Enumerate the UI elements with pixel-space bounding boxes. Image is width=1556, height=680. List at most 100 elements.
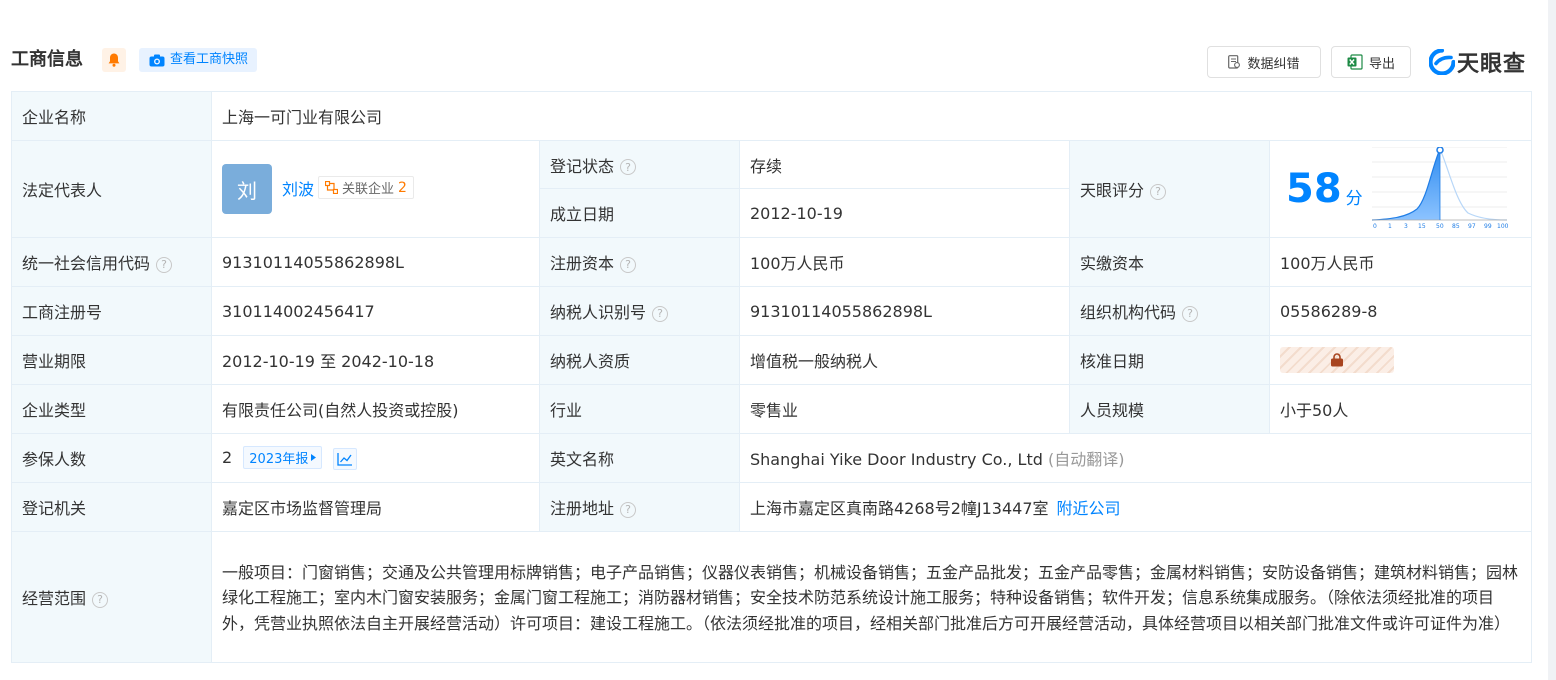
axis-tick: 15 [1418,223,1426,230]
credit-code-label-cell: 统一社会信用代码? [11,237,212,287]
credit-code-value: 91310114055862898L [211,237,540,287]
help-icon[interactable]: ? [620,256,637,273]
camera-icon [149,54,165,66]
org-code-value: 05586289-8 [1269,286,1532,336]
scope-label-cell: 经营范围? [11,531,212,663]
founded-label: 成立日期 [539,188,740,238]
scope-label: 经营范围 [22,589,87,608]
company-name-label: 企业名称 [11,91,212,141]
table-row: 统一社会信用代码? 91310114055862898L 注册资本? 100万人… [11,237,1532,287]
score-value: 58 [1286,166,1342,212]
excel-icon [1347,54,1363,70]
reg-capital-value: 100万人民币 [739,237,1070,287]
locked-value[interactable] [1280,347,1394,373]
reg-no-value: 310114002456417 [211,286,540,336]
help-icon[interactable]: ? [156,256,173,273]
en-name-cell: Shanghai Yike Door Industry Co., Ltd (自动… [739,433,1532,483]
axis-tick: 97 [1468,223,1476,230]
term-label: 营业期限 [11,335,212,385]
en-name-value: Shanghai Yike Door Industry Co., Ltd [750,450,1043,469]
table-row: 参保人数 2 2023年报 英文名称 Shanghai Yike Door In… [11,433,1532,483]
tax-qual-label: 纳税人资质 [539,335,740,385]
related-count: 2 [398,179,407,196]
reg-no-label: 工商注册号 [11,286,212,336]
company-name: 上海一可门业有限公司 [211,91,1532,141]
bell-icon[interactable] [102,48,126,72]
table-row: 企业名称 上海一可门业有限公司 [11,91,1532,141]
snapshot-button[interactable]: 查看工商快照 [139,48,258,72]
caret-right-icon [311,454,317,462]
export-button[interactable]: 导出 [1331,46,1411,78]
insured-cell: 2 2023年报 [211,433,540,483]
type-value: 有限责任公司(自然人投资或控股) [211,384,540,434]
org-code-label: 组织机构代码 [1080,303,1177,322]
trend-chart-button[interactable] [333,447,358,470]
annual-report-button[interactable]: 2023年报 [243,446,323,470]
table-row: 工商注册号 310114002456417 纳税人识别号? 9131011405… [11,286,1532,336]
score-label-cell: 天眼评分? [1069,140,1270,238]
taxpayer-id-label: 纳税人识别号 [550,303,647,322]
table-row: 企业类型 有限责任公司(自然人投资或控股) 行业 零售业 人员规模 小于50人 [11,384,1532,434]
founded-value: 2012-10-19 [739,188,1070,238]
reg-capital-label: 注册资本 [550,254,615,273]
axis-tick: 0 [1373,223,1377,230]
avatar[interactable]: 刘 [222,164,272,214]
term-value: 2012-10-19 至 2042-10-18 [211,335,540,385]
help-icon[interactable]: ? [620,159,637,175]
status-label: 登记状态 [550,156,615,176]
data-correction-button[interactable]: 数据纠错 [1207,46,1321,78]
logo-icon [1429,49,1455,75]
approve-date-label: 核准日期 [1069,335,1270,385]
help-icon[interactable]: ? [92,591,109,608]
axis-tick: 50 [1436,223,1444,230]
staff-value: 小于50人 [1269,384,1532,434]
related-companies-button[interactable]: 关联企业 2 [318,176,414,199]
help-icon[interactable]: ? [620,501,637,518]
help-icon[interactable]: ? [1150,183,1167,200]
annual-report-label: 2023年报 [249,452,309,468]
type-label: 企业类型 [11,384,212,434]
lock-icon [1331,353,1343,367]
approve-date-cell [1269,335,1532,385]
export-label: 导出 [1368,56,1395,72]
status-value: 存续 [739,140,1070,189]
axis-tick: 3 [1404,223,1408,230]
taxpayer-id-label-cell: 纳税人识别号? [539,286,740,336]
help-icon[interactable]: ? [652,305,669,322]
address-label: 注册地址 [550,499,615,518]
scope-value: 一般项目：门窗销售；交通及公共管理用标牌销售；电子产品销售；仪器仪表销售；机械设… [211,531,1532,663]
address-value: 上海市嘉定区真南路4268号2幢J13447室 [750,499,1049,518]
reg-capital-label-cell: 注册资本? [539,237,740,287]
legal-rep-label: 法定代表人 [11,140,212,238]
auto-translate-note: (自动翻译) [1047,450,1125,469]
paid-capital-label: 实缴资本 [1069,237,1270,287]
tianyancha-logo: 天眼查 [1429,48,1527,77]
axis-tick: 85 [1452,223,1460,230]
nearby-companies-link[interactable]: 附近公司 [1057,499,1121,518]
industry-label: 行业 [539,384,740,434]
legal-rep-cell: 刘 刘波 关联企业 2 [211,140,540,238]
authority-value: 嘉定区市场监督管理局 [211,482,540,532]
insured-value: 2 [222,448,233,468]
status-label-cell: 登记状态? [539,140,740,189]
table-row: 经营范围? 一般项目：门窗销售；交通及公共管理用标牌销售；电子产品销售；仪器仪表… [11,531,1532,663]
axis-tick: 99 [1484,223,1492,230]
scrollbar[interactable] [1548,0,1556,680]
org-code-label-cell: 组织机构代码? [1069,286,1270,336]
table-row: 营业期限 2012-10-19 至 2042-10-18 纳税人资质 增值税一般… [11,335,1532,385]
related-icon [325,181,339,194]
logo-text: 天眼查 [1457,52,1527,77]
axis-tick: 1 [1388,223,1392,230]
tax-qual-value: 增值税一般纳税人 [739,335,1070,385]
table-row: 法定代表人 刘 刘波 关联企业 2 登记状态? 存续 天眼评分? 58 分 0 … [11,140,1532,238]
help-icon[interactable]: ? [1182,305,1199,322]
en-name-label: 英文名称 [539,433,740,483]
snapshot-label: 查看工商快照 [170,52,249,67]
score-cell[interactable]: 58 分 0 1 3 15 50 85 97 99 100 [1269,140,1532,238]
staff-label: 人员规模 [1069,384,1270,434]
score-distribution-chart: 0 1 3 15 50 85 97 99 100 [1372,147,1509,230]
business-info-table: 企业名称 上海一可门业有限公司 法定代表人 刘 刘波 关联企业 2 登记状态? … [11,91,1532,663]
legal-rep-name[interactable]: 刘波 [282,176,314,200]
address-cell: 上海市嘉定区真南路4268号2幢J13447室 附近公司 [739,482,1532,532]
score-label: 天眼评分 [1080,181,1145,200]
